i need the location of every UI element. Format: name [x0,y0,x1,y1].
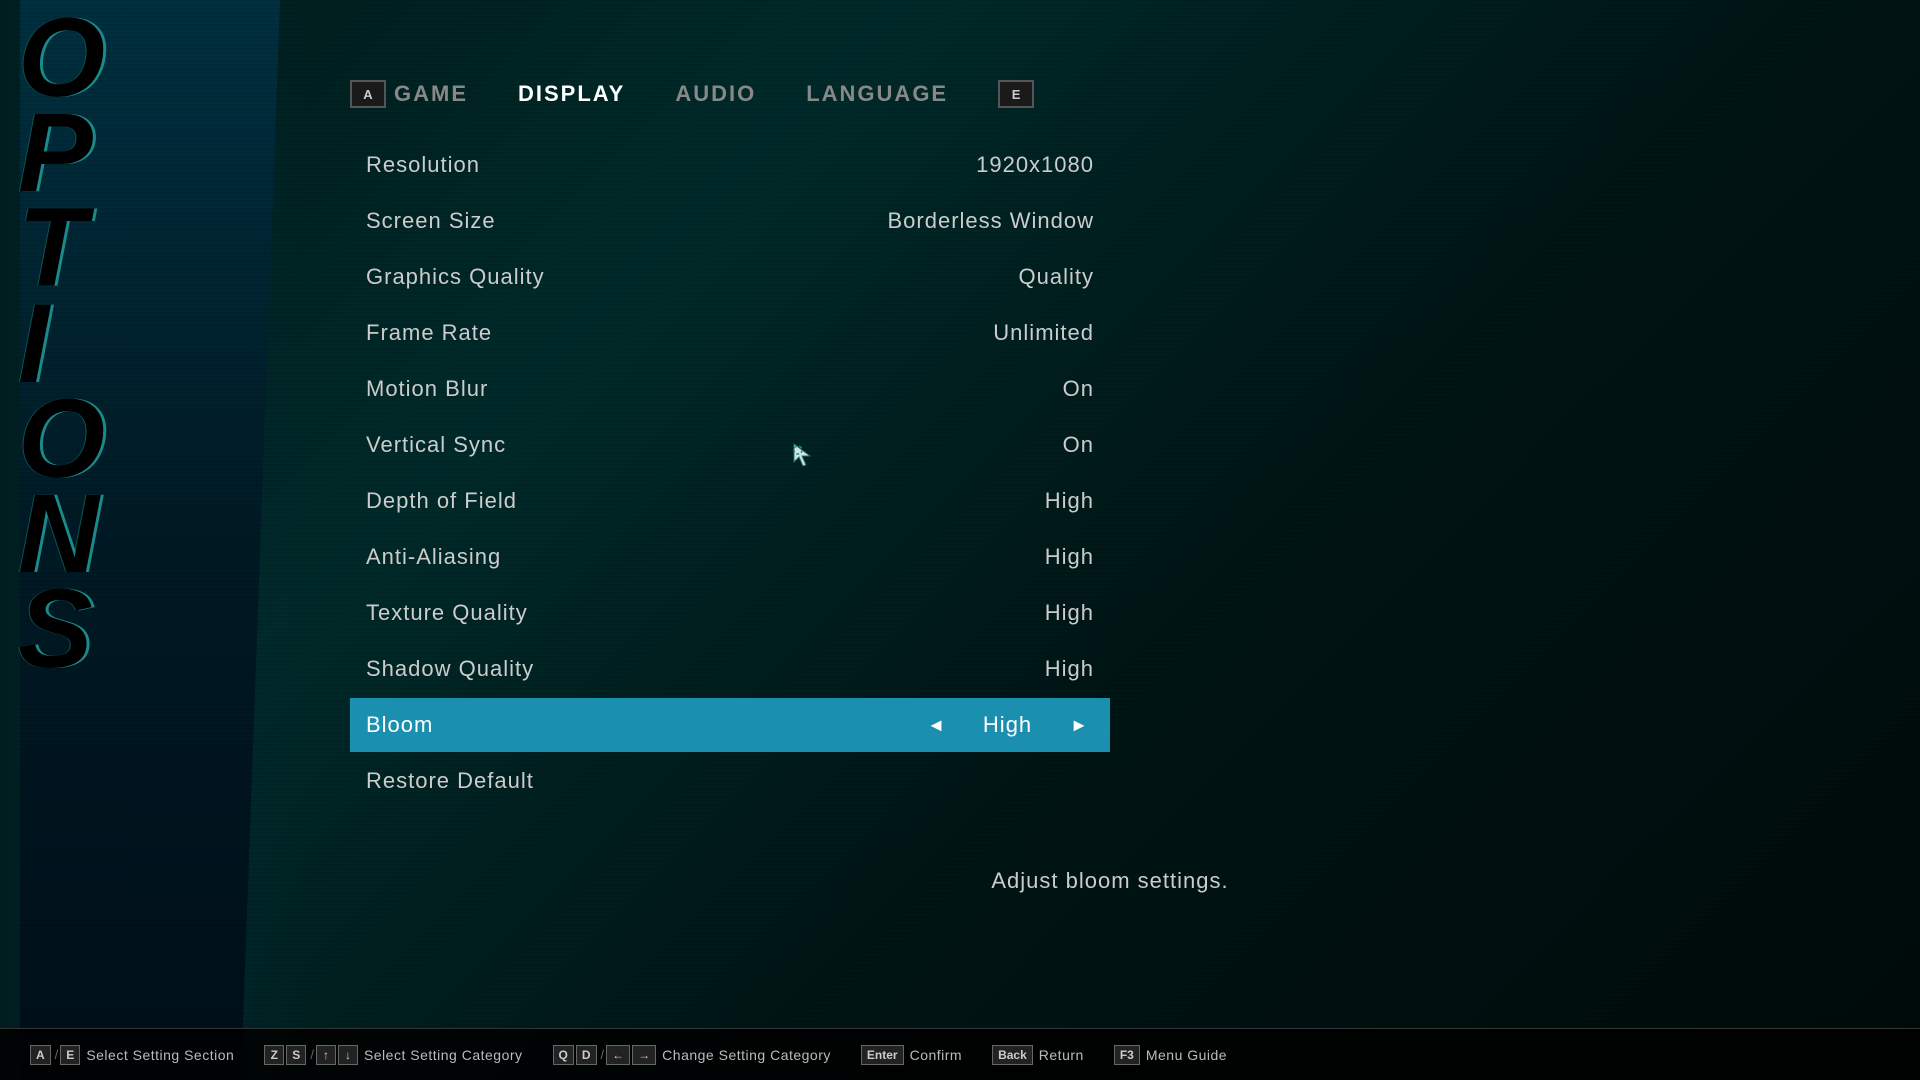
hint-text-select-section: Select Setting Section [86,1047,234,1063]
setting-description: Adjust bloom settings. [350,868,1870,894]
bloom-arrow-left[interactable]: ◄ [921,713,951,738]
setting-row-frame-rate[interactable]: Frame Rate Unlimited [350,306,1110,360]
setting-value-motion-blur: On [1063,376,1094,402]
setting-value-texture-quality: High [1045,600,1094,626]
setting-row-anti-aliasing[interactable]: Anti-Aliasing High [350,530,1110,584]
setting-value-screen-size: Borderless Window [887,208,1094,234]
setting-row-resolution[interactable]: Resolution 1920x1080 [350,138,1110,192]
hint-return: Back Return [992,1045,1084,1065]
hint-key-f3: F3 [1114,1045,1140,1065]
tab-bar: A GAME DISPLAY AUDIO LANGUAGE E [350,80,1870,108]
setting-value-frame-rate: Unlimited [993,320,1094,346]
setting-name-restore-default: Restore Default [366,768,706,794]
setting-row-restore-default[interactable]: Restore Default [350,754,1110,808]
hint-key-a: A [30,1045,51,1065]
hint-key-d: D [576,1045,597,1065]
setting-value-bloom: High [983,712,1032,738]
hint-key-e: E [60,1045,80,1065]
tab-language[interactable]: LANGUAGE [806,81,948,107]
hint-change-category: Q D / ← → Change Setting Category [553,1045,831,1065]
tab-game[interactable]: GAME [394,81,468,107]
settings-list: Resolution 1920x1080 Screen Size Borderl… [350,138,1110,808]
hint-select-section: A / E Select Setting Section [30,1045,234,1065]
setting-value-depth-of-field: High [1045,488,1094,514]
hint-text-change-category: Change Setting Category [662,1047,831,1063]
hint-text-select-category: Select Setting Category [364,1047,523,1063]
hint-key-right: → [632,1045,656,1065]
setting-value-resolution: 1920x1080 [976,152,1094,178]
setting-value-graphics-quality: Quality [1019,264,1094,290]
bottom-bar: A / E Select Setting Section Z S / ↑ ↓ S… [0,1028,1920,1080]
setting-name-texture-quality: Texture Quality [366,600,706,626]
setting-name-graphics-quality: Graphics Quality [366,264,706,290]
setting-row-bloom[interactable]: Bloom ◄ High ► [350,698,1110,752]
setting-name-anti-aliasing: Anti-Aliasing [366,544,706,570]
main-content: A GAME DISPLAY AUDIO LANGUAGE E Resoluti… [350,80,1870,1020]
hint-text-confirm: Confirm [910,1047,963,1063]
setting-row-depth-of-field[interactable]: Depth of Field High [350,474,1110,528]
hint-text-return: Return [1039,1047,1084,1063]
setting-name-screen-size: Screen Size [366,208,706,234]
bloom-value-control: ◄ High ► [921,712,1094,738]
setting-row-screen-size[interactable]: Screen Size Borderless Window [350,194,1110,248]
setting-row-motion-blur[interactable]: Motion Blur On [350,362,1110,416]
hint-select-category: Z S / ↑ ↓ Select Setting Category [264,1045,522,1065]
tab-key-a[interactable]: A [350,80,386,108]
hint-menu-guide: F3 Menu Guide [1114,1045,1227,1065]
setting-name-bloom: Bloom [366,712,706,738]
hint-key-left: ← [606,1045,630,1065]
setting-name-depth-of-field: Depth of Field [366,488,706,514]
hint-key-q: Q [553,1045,574,1065]
tab-key-e[interactable]: E [998,80,1034,108]
setting-row-shadow-quality[interactable]: Shadow Quality High [350,642,1110,696]
tab-display[interactable]: DISPLAY [518,81,625,107]
setting-name-shadow-quality: Shadow Quality [366,656,706,682]
hint-key-down: ↓ [338,1045,358,1065]
setting-name-resolution: Resolution [366,152,706,178]
bloom-arrow-right[interactable]: ► [1064,713,1094,738]
hint-key-enter: Enter [861,1045,904,1065]
setting-name-motion-blur: Motion Blur [366,376,706,402]
setting-value-anti-aliasing: High [1045,544,1094,570]
setting-value-vertical-sync: On [1063,432,1094,458]
hint-text-menu-guide: Menu Guide [1146,1047,1227,1063]
hint-key-z: Z [264,1045,284,1065]
setting-name-frame-rate: Frame Rate [366,320,706,346]
setting-row-vertical-sync[interactable]: Vertical Sync On [350,418,1110,472]
hint-key-s: S [286,1045,306,1065]
options-letter-s: S [18,581,89,676]
hint-confirm: Enter Confirm [861,1045,962,1065]
setting-row-texture-quality[interactable]: Texture Quality High [350,586,1110,640]
hint-key-back: Back [992,1045,1033,1065]
hint-key-up: ↑ [316,1045,336,1065]
setting-name-vertical-sync: Vertical Sync [366,432,706,458]
setting-value-shadow-quality: High [1045,656,1094,682]
setting-row-graphics-quality[interactable]: Graphics Quality Quality [350,250,1110,304]
options-title: O P T I O N S [18,10,101,676]
tab-audio[interactable]: AUDIO [675,81,756,107]
